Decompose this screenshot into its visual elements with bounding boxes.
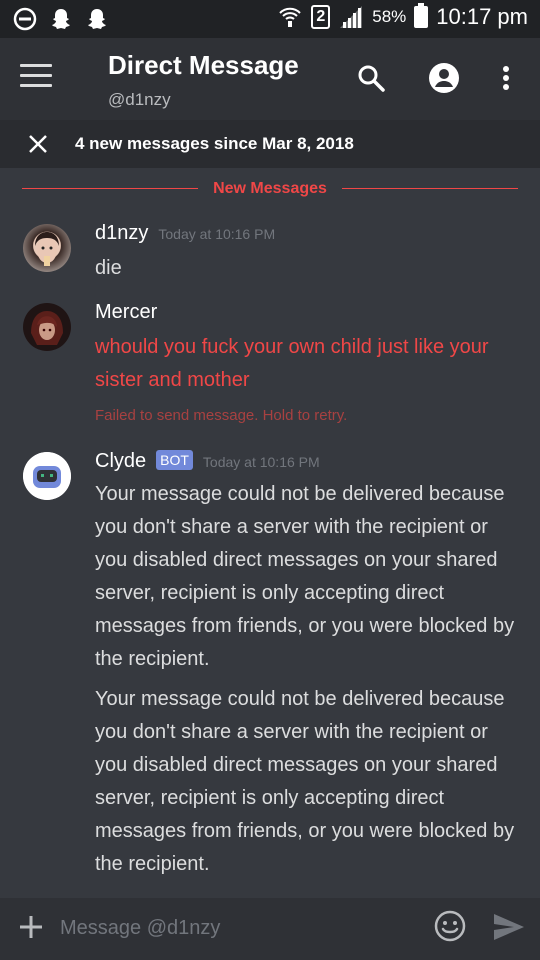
message-header: d1nzy Today at 10:16 PM xyxy=(95,222,275,245)
robot-icon xyxy=(23,452,71,500)
message-composer: Message @d1nzy xyxy=(0,898,540,960)
close-icon[interactable] xyxy=(26,132,50,156)
sim-slot-badge: 2 xyxy=(311,5,331,29)
plus-icon[interactable] xyxy=(18,914,44,940)
bot-badge: BOT xyxy=(156,450,193,470)
message-text: die xyxy=(95,257,122,279)
message-header: Clyde BOT Today at 10:16 PM xyxy=(95,450,320,473)
message-header: Mercer xyxy=(95,301,157,324)
send-icon[interactable] xyxy=(492,911,526,943)
snapchat-icon-2 xyxy=(88,9,106,29)
message-text: Your message could not be delivered beca… xyxy=(95,688,515,875)
author-name[interactable]: Clyde xyxy=(95,450,146,473)
notice-text: 4 new messages since Mar 8, 2018 xyxy=(75,134,354,153)
timestamp: Today at 10:16 PM xyxy=(158,226,276,242)
battery-percent: 58% xyxy=(372,7,407,26)
author-name[interactable]: d1nzy xyxy=(95,222,148,245)
avatar[interactable] xyxy=(23,224,71,272)
search-icon[interactable] xyxy=(355,62,387,94)
emoji-icon[interactable] xyxy=(434,910,466,942)
avatar[interactable] xyxy=(23,303,71,351)
clock: 10:17 pm xyxy=(436,4,528,29)
divider-label: New Messages xyxy=(213,180,327,197)
new-messages-notice[interactable]: 4 new messages since Mar 8, 2018 xyxy=(0,120,540,168)
avatar-portrait xyxy=(31,311,63,345)
author-name[interactable]: Mercer xyxy=(95,301,157,324)
snapchat-icon xyxy=(52,9,70,29)
status-bar: 2 58% 10:17 pm xyxy=(0,0,540,38)
message-input[interactable]: Message @d1nzy xyxy=(60,917,220,940)
user-profile-icon[interactable] xyxy=(428,62,460,94)
more-options-icon[interactable] xyxy=(494,62,518,94)
app-header: Direct Message @d1nzy xyxy=(0,38,540,120)
new-messages-divider: New Messages xyxy=(22,176,518,202)
do-not-disturb-icon xyxy=(13,7,37,31)
clyde-bot-avatar[interactable] xyxy=(23,452,71,500)
page-title: Direct Message xyxy=(108,50,299,80)
divider-line-right xyxy=(342,188,518,189)
message-text: Your message could not be delivered beca… xyxy=(95,483,515,670)
message-text-failed: whould you fuck your own child just like… xyxy=(95,336,489,391)
avatar-portrait xyxy=(35,232,59,266)
signal-icon xyxy=(340,6,363,28)
recipient-handle: @d1nzy xyxy=(108,90,171,109)
battery-icon xyxy=(414,3,429,28)
wifi-calling-icon xyxy=(279,7,302,27)
hamburger-menu-icon[interactable] xyxy=(20,64,52,92)
send-failed-status[interactable]: Failed to send message. Hold to retry. xyxy=(95,407,347,424)
timestamp: Today at 10:16 PM xyxy=(202,454,320,470)
